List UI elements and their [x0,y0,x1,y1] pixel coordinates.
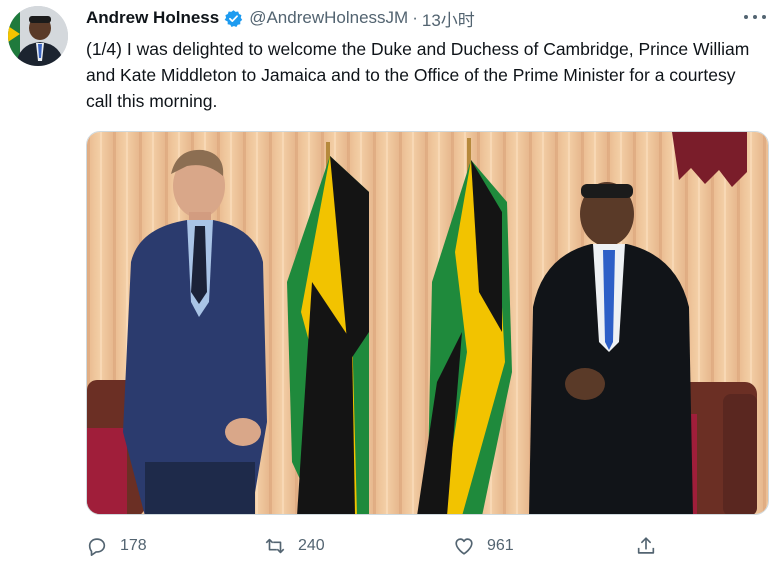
tweet-text: (1/4) I was delighted to welcome the Duk… [86,39,750,111]
author-handle[interactable]: @AndrewHolnessJM [249,8,408,28]
share-icon [637,537,655,554]
reply-icon [88,538,106,556]
separator-dot: · [412,8,418,27]
like-button[interactable]: 961 [453,532,514,560]
tweet-photo[interactable] [86,131,769,515]
retweet-count: 240 [298,537,325,554]
tweet-actions: 178 240 961 [86,532,766,560]
retweet-icon [265,538,285,554]
verified-badge-icon [224,9,243,28]
timestamp[interactable]: 13小时 [422,6,475,31]
photo-image [87,132,768,514]
like-count: 961 [487,537,514,554]
more-icon[interactable] [744,8,766,26]
reply-count: 178 [120,537,147,554]
author-avatar[interactable] [8,6,68,66]
tweet-header: Andrew Holness @AndrewHolnessJM · 13小时 [86,6,475,31]
author-name[interactable]: Andrew Holness [86,8,219,28]
retweet-button[interactable]: 240 [264,532,325,560]
reply-button[interactable]: 178 [86,532,147,560]
like-icon [455,538,473,555]
avatar-image [8,6,68,66]
share-button[interactable] [635,532,669,560]
